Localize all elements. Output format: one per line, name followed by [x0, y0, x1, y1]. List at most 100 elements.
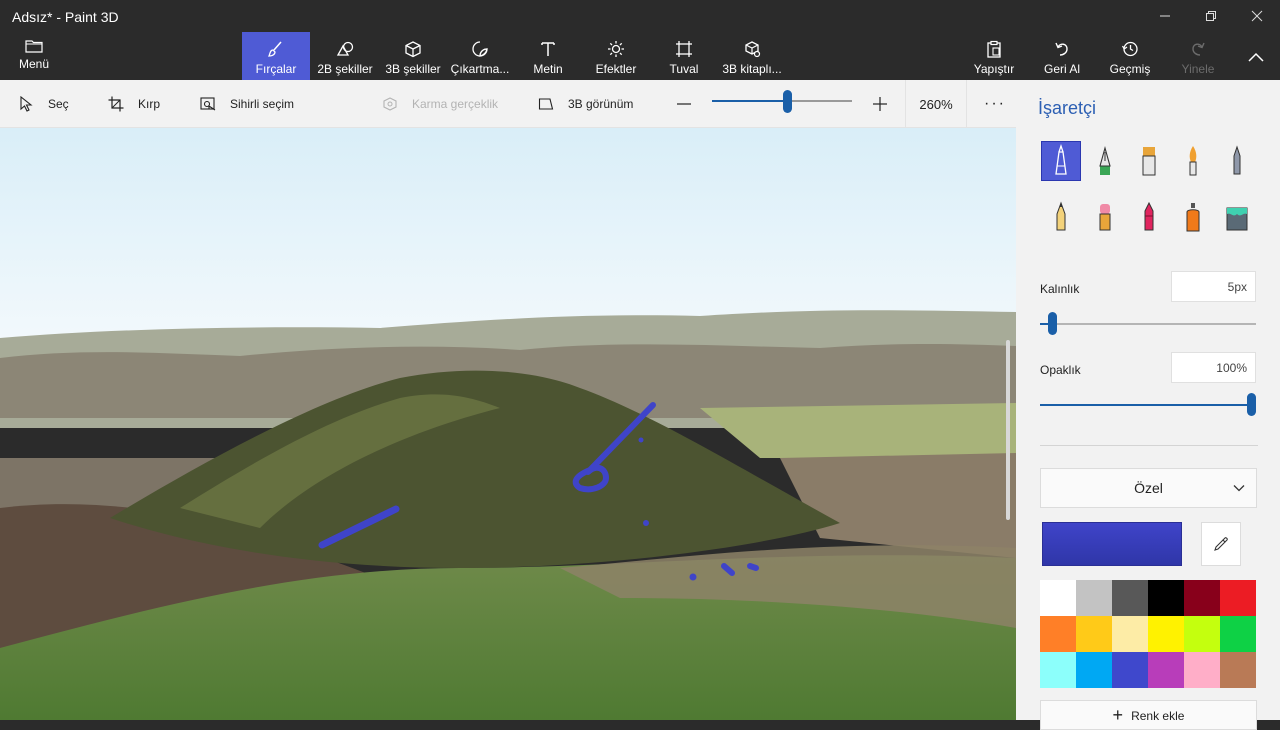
undo-button[interactable]: Geri Al: [1036, 32, 1088, 80]
tab-text[interactable]: Metin: [516, 32, 580, 80]
palette-swatch[interactable]: [1112, 652, 1148, 688]
history-button[interactable]: Geçmiş: [1104, 32, 1156, 80]
select-label: Seç: [48, 97, 69, 111]
library-3d-icon: [743, 40, 761, 58]
tab-brushes-label: Fırçalar: [255, 62, 297, 76]
zoom-slider-track[interactable]: [712, 100, 852, 102]
secondary-toolbar: Seç Kırp Sihirli seçim Karma gerçeklik 3…: [0, 80, 1016, 128]
minimize-button[interactable]: [1142, 0, 1188, 32]
pixel-pen-brush[interactable]: [1217, 141, 1257, 181]
watercolor-brush[interactable]: [1173, 141, 1213, 181]
tab-3d-shapes-label: 3B şekiller: [385, 62, 441, 76]
paste-button[interactable]: Yapıştır: [968, 32, 1020, 80]
sun-icon: [607, 40, 625, 58]
magic-select-button[interactable]: Sihirli seçim: [200, 80, 294, 128]
mixed-reality-icon: [383, 97, 397, 111]
tab-canvas[interactable]: Tuval: [652, 32, 716, 80]
zoom-out-button[interactable]: [676, 80, 706, 128]
brush-icon: [267, 40, 285, 58]
oil-brush[interactable]: [1129, 141, 1169, 181]
palette-swatch[interactable]: [1076, 616, 1112, 652]
opacity-slider-track[interactable]: [1040, 404, 1256, 406]
tab-effects[interactable]: Efektler: [584, 32, 648, 80]
eyedropper-button[interactable]: [1201, 522, 1241, 566]
select-button[interactable]: Seç: [18, 80, 69, 128]
palette-swatch[interactable]: [1148, 652, 1184, 688]
canvas-icon: [675, 40, 693, 58]
marker-brush[interactable]: [1041, 141, 1081, 181]
opacity-slider-fill: [1040, 404, 1256, 406]
opacity-label: Opaklık: [1040, 363, 1081, 377]
fill-bucket-brush[interactable]: [1217, 197, 1257, 237]
restore-button[interactable]: [1188, 0, 1234, 32]
palette-swatch[interactable]: [1148, 616, 1184, 652]
palette-swatch[interactable]: [1184, 616, 1220, 652]
add-color-button[interactable]: + Renk ekle: [1040, 700, 1257, 730]
tab-2d-shapes[interactable]: 2B şekiller: [312, 32, 378, 80]
opacity-input[interactable]: 100%: [1171, 352, 1256, 383]
crop-label: Kırp: [138, 97, 161, 111]
palette-swatch[interactable]: [1040, 580, 1076, 616]
palette-swatch[interactable]: [1220, 580, 1256, 616]
zoom-in-button[interactable]: [872, 80, 902, 128]
tab-brushes[interactable]: Fırçalar: [242, 32, 310, 80]
crayon-brush[interactable]: [1129, 197, 1169, 237]
tab-stickers-label: Çıkartma...: [450, 62, 510, 76]
canvas-scrollbar[interactable]: [1006, 340, 1010, 520]
close-icon: [1251, 10, 1263, 22]
color-mode-dropdown[interactable]: Özel: [1040, 468, 1257, 508]
cursor-icon: [20, 96, 33, 112]
close-button[interactable]: [1234, 0, 1280, 32]
palette-swatch[interactable]: [1076, 580, 1112, 616]
menu-button[interactable]: Menü: [0, 34, 68, 80]
palette-swatch[interactable]: [1112, 616, 1148, 652]
palette-swatch[interactable]: [1148, 580, 1184, 616]
minus-icon: [677, 103, 691, 105]
thickness-slider-thumb[interactable]: [1048, 312, 1057, 335]
plus-icon: +: [1112, 705, 1124, 725]
eyedropper-icon: [1214, 537, 1228, 551]
palette-swatch[interactable]: [1076, 652, 1112, 688]
pencil-brush[interactable]: [1041, 197, 1081, 237]
tab-canvas-label: Tuval: [669, 62, 699, 76]
palette-swatch[interactable]: [1220, 616, 1256, 652]
eraser-icon: [1099, 204, 1111, 231]
oil-brush-icon: [1142, 147, 1156, 176]
calligraphy-pen-brush[interactable]: [1085, 141, 1125, 181]
color-palette: [1040, 580, 1256, 688]
tab-effects-label: Efektler: [595, 62, 637, 76]
palette-swatch[interactable]: [1040, 616, 1076, 652]
palette-swatch[interactable]: [1112, 580, 1148, 616]
undo-label: Geri Al: [1043, 62, 1080, 76]
tab-text-label: Metin: [533, 62, 563, 76]
more-options-button[interactable]: ···: [984, 80, 1006, 128]
text-icon: [539, 40, 557, 58]
palette-swatch[interactable]: [1220, 652, 1256, 688]
eraser-brush[interactable]: [1085, 197, 1125, 237]
zoom-slider-thumb[interactable]: [783, 90, 792, 113]
thickness-input[interactable]: 5px: [1171, 271, 1256, 302]
redo-icon: [1189, 40, 1207, 58]
palette-swatch[interactable]: [1184, 580, 1220, 616]
crop-button[interactable]: Kırp: [108, 80, 160, 128]
view-3d-label: 3B görünüm: [568, 97, 634, 111]
opacity-slider-thumb[interactable]: [1247, 393, 1256, 416]
thickness-slider-track[interactable]: [1040, 323, 1256, 325]
view-3d-button[interactable]: 3B görünüm: [538, 80, 633, 128]
mixed-reality-button[interactable]: Karma gerçeklik: [382, 80, 498, 128]
paste-icon: [985, 40, 1003, 58]
collapse-ribbon-icon[interactable]: [1246, 48, 1266, 68]
redo-button[interactable]: Yinele: [1172, 32, 1224, 80]
drawing-canvas[interactable]: [0, 128, 1016, 720]
history-icon: [1121, 40, 1139, 58]
spray-can-brush[interactable]: [1173, 197, 1213, 237]
tab-3d-shapes[interactable]: 3B şekiller: [380, 32, 446, 80]
chevron-down-icon: [1233, 485, 1245, 492]
redo-label: Yinele: [1181, 62, 1215, 76]
zoom-value[interactable]: 260%: [905, 80, 967, 128]
palette-swatch[interactable]: [1040, 652, 1076, 688]
palette-swatch[interactable]: [1184, 652, 1220, 688]
tab-3d-library[interactable]: 3B kitaplı...: [718, 32, 786, 80]
current-color-swatch[interactable]: [1042, 522, 1182, 566]
tab-stickers[interactable]: Çıkartma...: [448, 32, 512, 80]
